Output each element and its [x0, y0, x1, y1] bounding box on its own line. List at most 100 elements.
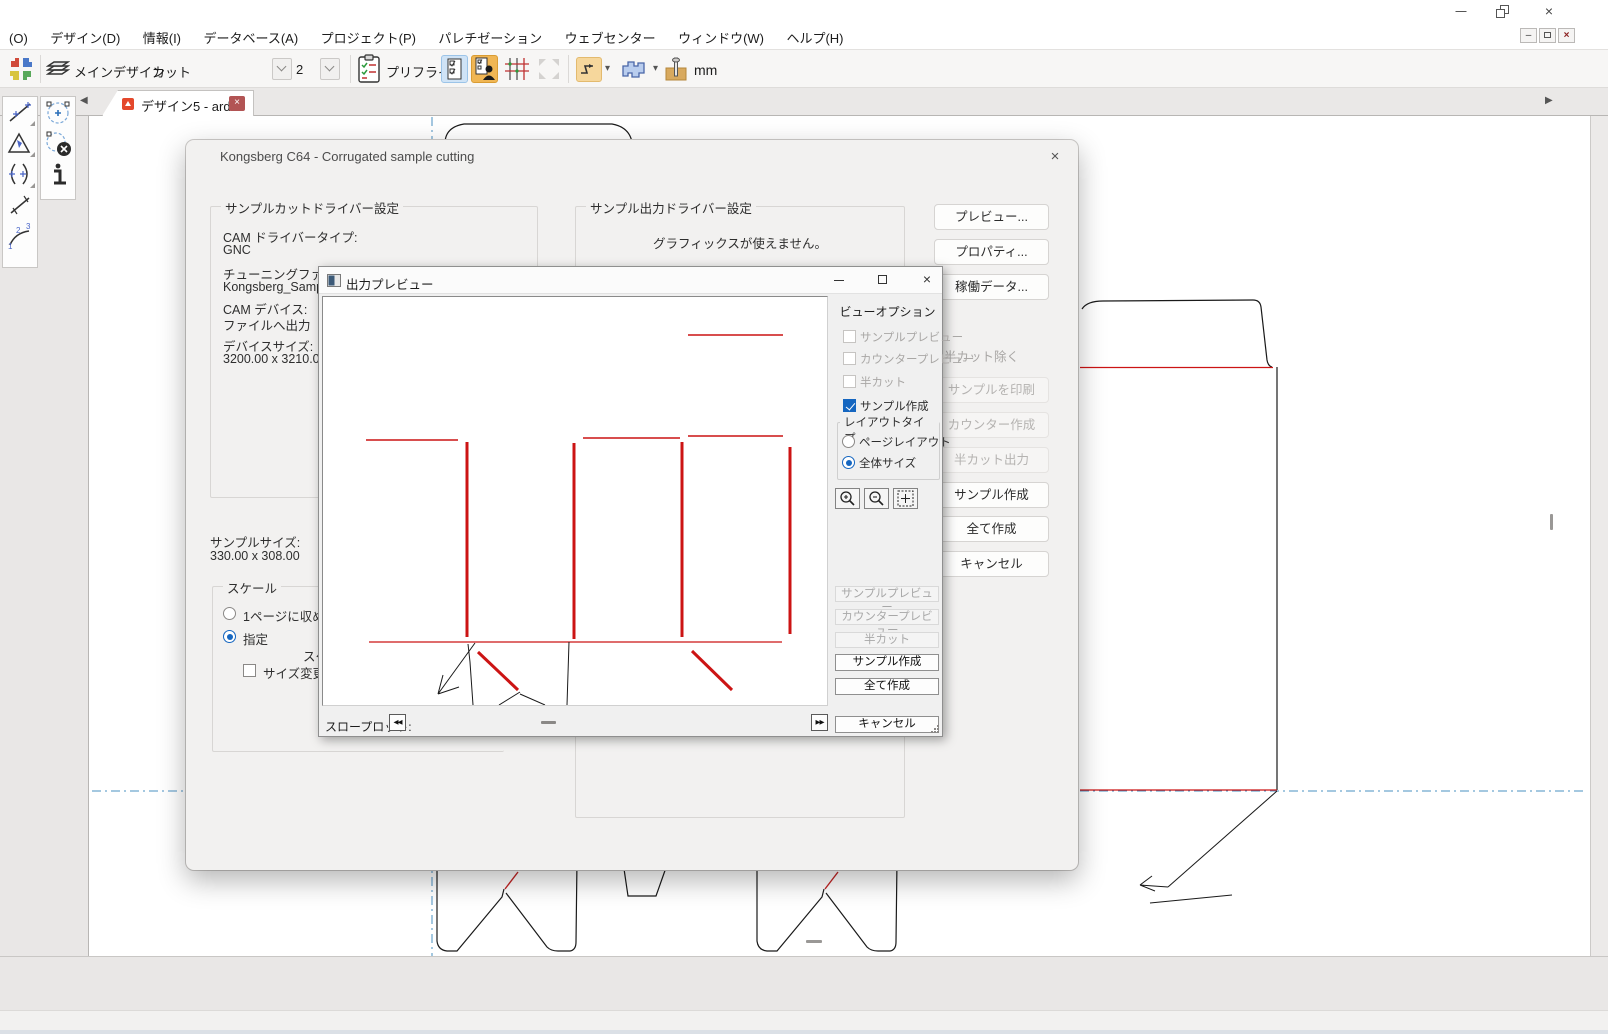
output-preview-dialog: 出力プレビュー ×: [318, 266, 943, 737]
menu-item-o[interactable]: (O): [0, 25, 37, 46]
panel-shape-icon[interactable]: [620, 58, 650, 82]
caret-down-icon[interactable]: ▾: [605, 63, 610, 74]
zigzag-tool-button[interactable]: [576, 57, 602, 82]
sample-preview-checkbox: [843, 330, 856, 343]
make-sample-label[interactable]: サンプル作成: [860, 398, 929, 414]
half-cut-label: 半カット: [860, 374, 906, 390]
full-size-label[interactable]: 全体サイズ: [859, 455, 916, 471]
preview-plot-area[interactable]: [322, 296, 828, 706]
info-tool[interactable]: [41, 159, 75, 190]
menu-item-database[interactable]: データベース(A): [194, 22, 307, 47]
device-size-value: 3200.00 x 3210.00: [223, 352, 327, 366]
checklist-button[interactable]: [441, 55, 468, 83]
cancel-button[interactable]: キャンセル: [934, 551, 1049, 577]
toolbar-separator: [40, 55, 41, 83]
layer-spinner-right[interactable]: [320, 58, 340, 80]
layer-count-value: 2: [296, 62, 303, 77]
tab-close-button[interactable]: ×: [229, 96, 245, 111]
full-size-radio[interactable]: [842, 456, 855, 469]
preview-titlebar[interactable]: 出力プレビュー ×: [319, 267, 942, 294]
layout-arrows-icon[interactable]: [8, 56, 34, 82]
checklist-user-button[interactable]: [471, 55, 498, 83]
minimize-icon: [834, 280, 844, 281]
tool-depth-icon[interactable]: [664, 56, 688, 83]
pv-half-cut-button: 半カット: [835, 632, 939, 648]
angle-line-tool[interactable]: [3, 97, 37, 128]
preflight-clipboard-icon[interactable]: [357, 54, 381, 84]
menu-item-palletization[interactable]: パレチゼーション: [429, 22, 551, 47]
maximize-icon: [878, 275, 887, 284]
pv-counter-preview-button: カウンタープレビュー: [835, 609, 939, 625]
delete-point-tool[interactable]: [41, 128, 75, 159]
pv-cancel-button[interactable]: キャンセル: [835, 716, 939, 733]
document-tab[interactable]: デザイン5 - ard ×: [102, 90, 254, 116]
page-layout-radio[interactable]: [842, 435, 855, 448]
counter-preview-checkbox: [843, 352, 856, 365]
nick-grid-icon[interactable]: [503, 55, 531, 83]
group-label: スケール: [223, 578, 281, 597]
slope-rewind-button[interactable]: ◀◀: [389, 714, 406, 731]
caret-down-icon[interactable]: ▾: [653, 63, 658, 74]
preview-button[interactable]: プレビュー...: [934, 204, 1049, 230]
tab-nav-right-icon[interactable]: ▶: [1545, 95, 1553, 106]
preview-close-button[interactable]: ×: [912, 267, 942, 292]
bottom-edge: [0, 1030, 1608, 1034]
preview-minimize-button[interactable]: [824, 267, 854, 292]
mdi-restore-icon: [1544, 32, 1551, 38]
line-tool[interactable]: [3, 190, 37, 221]
menu-item-window[interactable]: ウィンドウ(W): [669, 22, 773, 47]
zoom-in-button[interactable]: [835, 488, 860, 509]
chevron-down-icon: [325, 62, 335, 72]
slope-slider-thumb[interactable]: [541, 721, 556, 724]
tab-nav-left-icon[interactable]: ◀: [80, 95, 88, 106]
page-layout-label[interactable]: ページレイアウト: [859, 434, 951, 450]
view-options-header: ビューオプション: [831, 303, 944, 320]
units-label: mm: [694, 62, 717, 78]
numbered-curve-tool[interactable]: 123: [3, 221, 37, 252]
cone-tool[interactable]: [3, 128, 37, 159]
slope-forward-button[interactable]: ▶▶: [811, 714, 828, 731]
resize-label[interactable]: サイズ変更: [263, 663, 325, 682]
sample-preview-label: サンプルプレビュー: [860, 329, 963, 345]
make-sample-checkbox[interactable]: [843, 399, 856, 412]
add-point-tool[interactable]: [41, 97, 75, 128]
menu-item-info[interactable]: 情報(I): [134, 22, 190, 47]
main-toolbar: メインデザイン カット 2 プリフライト ▾ ▾ mm: [0, 50, 1608, 88]
layers-icon[interactable]: [46, 59, 70, 79]
mdi-close-button[interactable]: ×: [1558, 28, 1575, 43]
scale-specify-radio[interactable]: [223, 630, 236, 643]
menu-item-project[interactable]: プロジェクト(P): [312, 22, 425, 47]
make-sample-button[interactable]: サンプル作成: [934, 482, 1049, 508]
pv-make-sample-button[interactable]: サンプル作成: [835, 654, 939, 671]
scale-specify-label[interactable]: 指定: [243, 629, 268, 648]
window-restore-button[interactable]: [1492, 2, 1518, 20]
make-all-button[interactable]: 全て作成: [934, 516, 1049, 542]
window-minimize-button[interactable]: [1448, 2, 1474, 20]
dialog-close-button[interactable]: ×: [1044, 146, 1066, 168]
preview-maximize-button[interactable]: [868, 267, 898, 292]
pv-make-all-button[interactable]: 全て作成: [835, 678, 939, 695]
window-close-button[interactable]: ×: [1536, 2, 1562, 20]
flyout-indicator: [30, 183, 35, 188]
resize-checkbox[interactable]: [243, 664, 256, 677]
resize-grip[interactable]: [930, 724, 940, 734]
arc-tool[interactable]: [3, 159, 37, 190]
cut-label[interactable]: カット: [152, 62, 191, 81]
mdi-minimize-button[interactable]: –: [1520, 28, 1537, 43]
scale-fit-radio[interactable]: [223, 607, 236, 620]
zoom-out-button[interactable]: [864, 488, 889, 509]
menu-item-webcenter[interactable]: ウェブセンター: [556, 22, 665, 47]
zoom-fit-button[interactable]: [893, 488, 918, 509]
menu-item-help[interactable]: ヘルプ(H): [777, 22, 852, 47]
app-titlebar: ×: [0, 0, 1608, 22]
pv-sample-preview-button: サンプルプレビュー: [835, 586, 939, 602]
layer-spinner-left[interactable]: [272, 58, 292, 80]
forward-icon: ▶▶: [816, 719, 824, 726]
slope-slider-track[interactable]: [409, 714, 809, 731]
menu-item-design[interactable]: デザイン(D): [41, 22, 129, 47]
close-icon: ×: [923, 271, 931, 287]
operation-data-button[interactable]: 稼働データ...: [934, 274, 1049, 300]
mdi-restore-button[interactable]: [1539, 28, 1556, 43]
svg-text:2: 2: [16, 226, 21, 235]
properties-button[interactable]: プロパティ...: [934, 239, 1049, 265]
